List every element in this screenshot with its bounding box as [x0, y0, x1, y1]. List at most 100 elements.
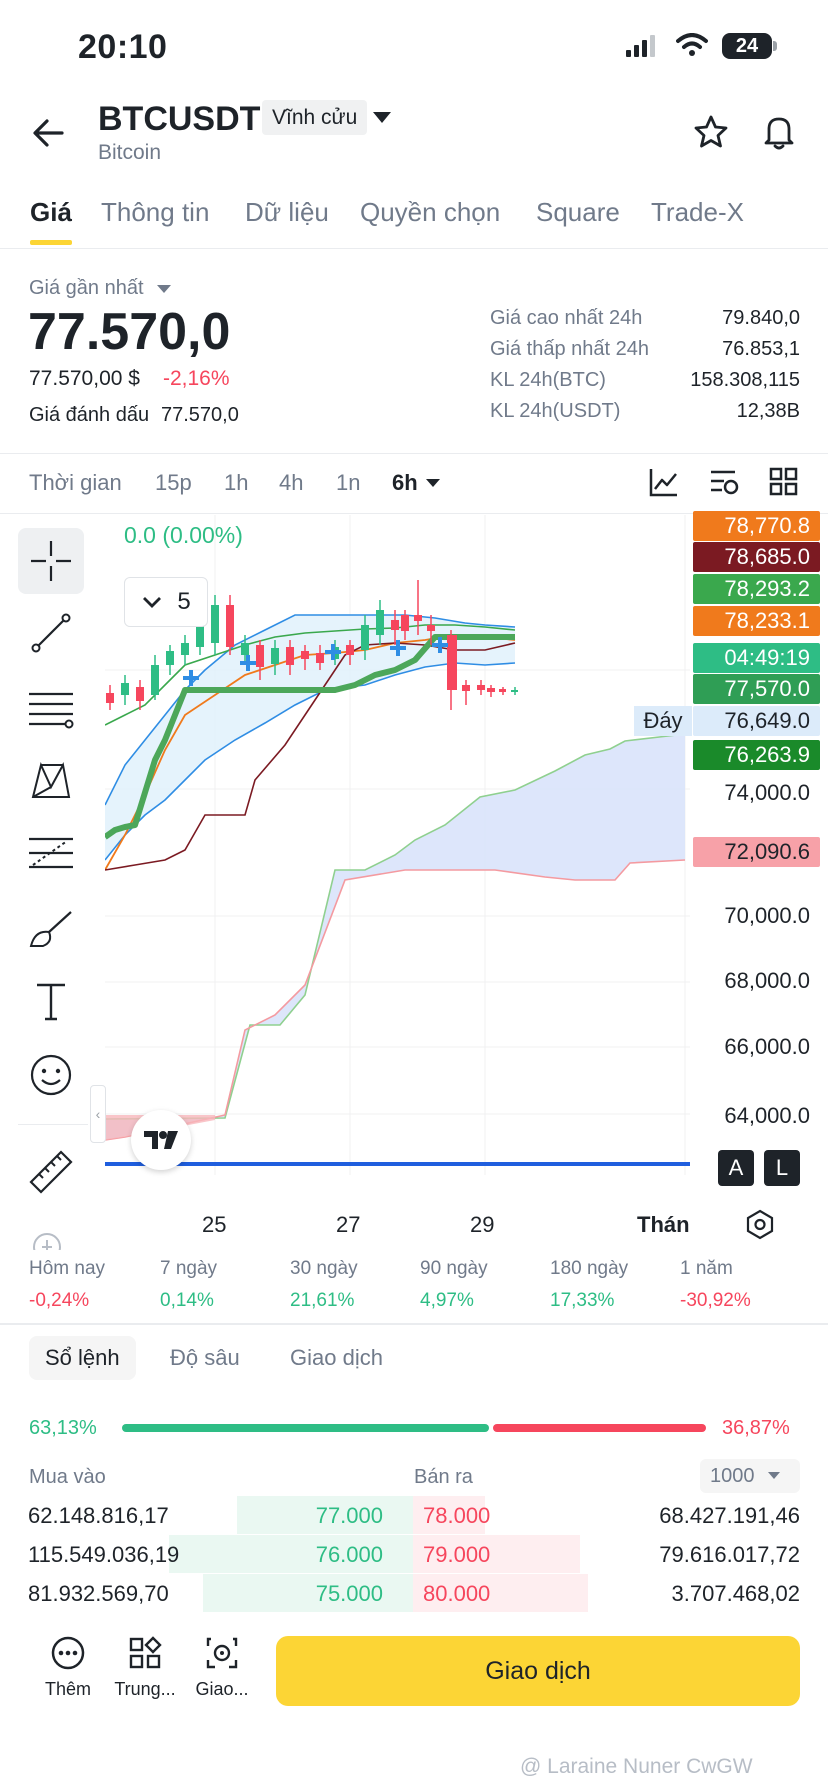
- last-price-label[interactable]: Giá gần nhất: [29, 277, 144, 300]
- timeframe-1h[interactable]: 1h: [224, 470, 248, 496]
- tab-trades[interactable]: Giao dịch: [290, 1345, 383, 1371]
- pattern-tool[interactable]: [18, 748, 84, 814]
- sell-ratio: 36,87%: [722, 1417, 790, 1439]
- tab-square[interactable]: Square: [536, 197, 620, 228]
- symbol-dropdown-icon[interactable]: [373, 112, 391, 123]
- more-button[interactable]: Thêm: [28, 1636, 108, 1700]
- orderbook-row[interactable]: 81.932.569,70 75.000 80.000 3.707.468,02: [28, 1574, 800, 1612]
- timeframe-1d[interactable]: 1n: [336, 470, 360, 496]
- last-price-dropdown-icon[interactable]: [157, 285, 171, 293]
- trade-button[interactable]: Giao dịch: [276, 1636, 800, 1706]
- timeframe-label[interactable]: Thời gian: [29, 470, 122, 496]
- ruler-tool[interactable]: [18, 1139, 84, 1205]
- tab-price[interactable]: Giá: [30, 197, 72, 228]
- sell-column-label: Bán ra: [414, 1466, 473, 1488]
- perf-label: 90 ngày: [420, 1258, 488, 1279]
- stat-label: KL 24h(USDT): [490, 400, 621, 422]
- collapse-toolbar-handle[interactable]: ‹: [90, 1085, 106, 1143]
- watermark: @ Laraine Nuner CwGW: [520, 1755, 753, 1778]
- axis-label: 74,000.0: [724, 780, 810, 805]
- fib-tool[interactable]: [18, 820, 84, 886]
- xabcd-pattern-icon: [31, 761, 71, 798]
- tab-depth[interactable]: Độ sâu: [170, 1345, 240, 1371]
- perf-label: Hôm nay: [29, 1258, 106, 1279]
- tradingview-logo[interactable]: [131, 1110, 191, 1170]
- mark-price: 77.570,0: [161, 404, 239, 426]
- stat-low-24h: Giá thấp nhất 24h 76.853,1: [490, 338, 800, 368]
- crosshair-tool[interactable]: [18, 528, 84, 594]
- price-tag: 72,090.6: [693, 837, 820, 867]
- favorite-star-icon[interactable]: [693, 114, 729, 150]
- buy-ratio: 63,13%: [29, 1417, 97, 1439]
- timeframe-6h[interactable]: 6h: [392, 470, 418, 496]
- depth-precision-select[interactable]: 1000: [700, 1459, 800, 1493]
- brush-tool[interactable]: [18, 895, 84, 961]
- indicator-chart-icon[interactable]: [648, 466, 680, 498]
- more-label: Thêm: [44, 1679, 91, 1699]
- price-tag: 76,649.0: [693, 706, 820, 736]
- bot-icon: [206, 1637, 238, 1669]
- tab-info[interactable]: Thông tin: [101, 197, 209, 228]
- tab-options[interactable]: Quyền chọn: [360, 197, 500, 228]
- chart-settings-icon[interactable]: [708, 466, 740, 498]
- stat-label: Giá thấp nhất 24h: [490, 338, 650, 360]
- perf-value: 0,14%: [160, 1290, 214, 1311]
- orderbook-row[interactable]: 115.549.036,19 76.000 79.000 79.616.017,72: [28, 1535, 800, 1573]
- ratio-bar: [122, 1424, 706, 1432]
- price-tag: 78,770.8: [693, 511, 820, 541]
- text-tool[interactable]: [18, 968, 84, 1034]
- grid-shapes-icon: [129, 1636, 162, 1669]
- trade-bot-button[interactable]: Giao...: [182, 1636, 262, 1700]
- axis-label: 64,000.0: [724, 1103, 810, 1128]
- emoji-tool[interactable]: [18, 1042, 84, 1108]
- symbol-title[interactable]: BTCUSDT: [98, 100, 260, 139]
- tabs-divider: [0, 248, 828, 249]
- depth-dropdown-icon: [768, 1472, 780, 1479]
- add-tool-icon[interactable]: [32, 1232, 62, 1250]
- stat-label: KL 24h(BTC): [490, 369, 606, 391]
- indicator-collapse-toggle[interactable]: 5: [124, 577, 208, 627]
- contract-type-badge[interactable]: Vĩnh cửu: [262, 100, 368, 135]
- auto-scale-button[interactable]: A: [718, 1150, 754, 1186]
- timeframe-dropdown-icon[interactable]: [426, 479, 440, 487]
- tab-trade-x[interactable]: Trade-X: [651, 197, 744, 228]
- timeframe-4h[interactable]: 4h: [279, 470, 303, 496]
- alert-bell-icon[interactable]: [761, 113, 797, 151]
- timeframe-15m[interactable]: 15p: [155, 470, 192, 496]
- tab-order-book[interactable]: Sổ lệnh: [29, 1336, 136, 1380]
- orderbook-row[interactable]: 62.148.816,17 77.000 78.000 68.427.191,46: [28, 1496, 800, 1534]
- stat-vol-usdt: KL 24h(USDT) 12,38B: [490, 400, 800, 430]
- last-price: 77.570,0: [28, 303, 231, 361]
- axis-label: 70,000.0: [724, 903, 810, 928]
- horizontal-lines-tool[interactable]: [18, 675, 84, 741]
- price-tag: 78,293.2: [693, 574, 820, 604]
- chart-settings-hexagon-icon[interactable]: [744, 1208, 776, 1240]
- perf-value: 21,61%: [290, 1290, 355, 1311]
- layout-grid-icon[interactable]: [768, 466, 800, 498]
- buy-ratio-bar: [122, 1424, 489, 1432]
- depth-precision-value: 1000: [710, 1465, 755, 1487]
- back-arrow-icon[interactable]: [32, 118, 66, 148]
- bid-quantity: 81.932.569,70: [28, 1581, 169, 1606]
- perf-value: -0,24%: [29, 1290, 90, 1311]
- bid-price: 76.000: [315, 1542, 383, 1567]
- bottom-label: Đáy: [634, 706, 692, 736]
- mark-price-label: Giá đánh dấu: [29, 404, 150, 426]
- base-asset-name: Bitcoin: [98, 141, 162, 164]
- price-tag: 78,233.1: [693, 606, 820, 636]
- stat-value: 158.308,115: [690, 369, 800, 391]
- perf-label: 30 ngày: [290, 1258, 358, 1279]
- trend-line-tool[interactable]: [18, 600, 84, 666]
- battery-cap: [773, 41, 777, 51]
- bid-quantity: 115.549.036,19: [28, 1542, 180, 1567]
- cellular-signal-icon: [626, 35, 655, 57]
- horizontal-lines-icon: [29, 692, 74, 729]
- wifi-icon: [676, 33, 708, 56]
- buy-column-label: Mua vào: [29, 1466, 106, 1488]
- ask-quantity: 68.427.191,46: [659, 1503, 800, 1528]
- center-button[interactable]: Trung...: [105, 1636, 185, 1700]
- tab-data[interactable]: Dữ liệu: [245, 197, 329, 228]
- log-scale-button[interactable]: L: [764, 1150, 800, 1186]
- date-label: Thán: [637, 1212, 690, 1237]
- bid-price: 75.000: [315, 1581, 383, 1606]
